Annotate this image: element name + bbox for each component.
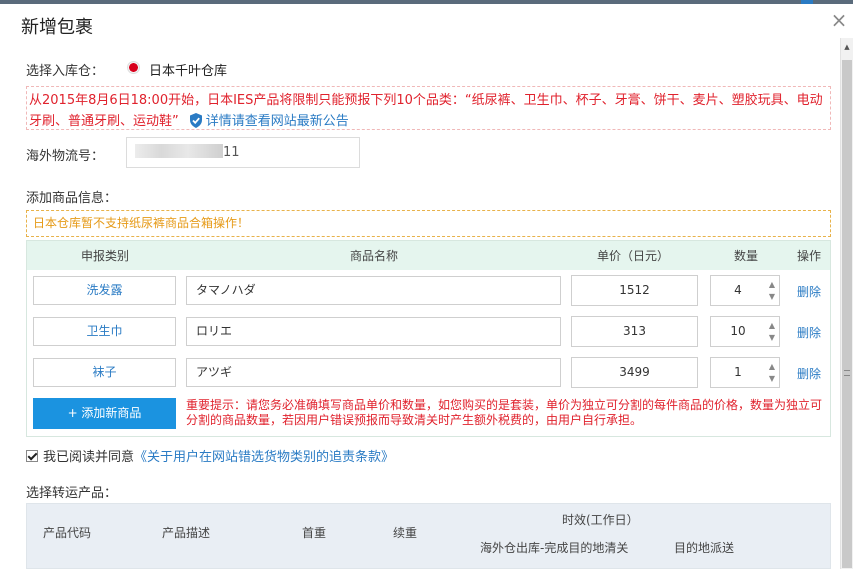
header-timing: 时效(工作日） <box>562 513 639 527</box>
quantity-value: 4 <box>734 283 742 297</box>
tracking-label: 海外物流号： <box>26 149 105 164</box>
header-action: 操作 <box>797 249 822 263</box>
dialog-title: 新增包裹 <box>21 17 93 38</box>
increment-arrow-icon[interactable]: ▲ <box>766 279 778 291</box>
close-icon[interactable]: × <box>830 10 848 30</box>
category-select[interactable]: 洗发露 <box>33 276 176 305</box>
notice-detail-link[interactable]: 详情请查看网站最新公告 <box>206 114 349 129</box>
header-first-weight: 首重 <box>302 526 327 540</box>
quantity-value: 10 <box>730 324 746 338</box>
goods-table-header: 申报类别 商品名称 单价（日元） 数量 操作 <box>27 241 830 270</box>
window-top-bar <box>0 0 853 4</box>
shield-check-icon <box>189 113 203 128</box>
quantity-stepper[interactable]: 4 ▲ ▼ <box>710 275 780 306</box>
header-extra-weight: 续重 <box>393 526 418 540</box>
header-qty: 数量 <box>734 249 759 263</box>
unit-price-input[interactable]: 1512 <box>571 275 698 306</box>
important-tip: 重要提示：请您务必准确填写商品单价和数量，如您购买的是套装，单价为独立可分割的每… <box>186 398 823 427</box>
decrement-arrow-icon[interactable]: ▼ <box>766 373 778 385</box>
header-price: 单价（日元） <box>597 249 670 263</box>
header-product-code: 产品代码 <box>43 526 92 540</box>
product-name-input[interactable]: タマノハダ <box>186 276 561 305</box>
agreement-checkbox[interactable] <box>26 450 38 462</box>
category-select[interactable]: 卫生巾 <box>33 317 176 346</box>
header-category: 申报类别 <box>81 249 130 263</box>
header-timing-clearance: 海外仓出库-完成目的地清关 <box>480 541 629 555</box>
delete-row-link[interactable]: 删除 <box>797 365 821 382</box>
unit-price-input[interactable]: 3499 <box>571 357 698 388</box>
scroll-grip-icon <box>844 370 850 376</box>
agreement-row: 我已阅读并同意《关于用户在网站错选货物类别的追责条款》 <box>26 446 394 465</box>
quantity-stepper[interactable]: 10 ▲ ▼ <box>710 316 780 347</box>
japan-flag-icon[interactable] <box>127 61 140 74</box>
shipping-table-header: 产品代码 产品描述 首重 续重 时效(工作日） 海外仓出库-完成目的地清关 目的… <box>26 503 831 569</box>
delete-row-link[interactable]: 删除 <box>797 283 821 300</box>
delete-row-link[interactable]: 删除 <box>797 324 821 341</box>
header-product-desc: 产品描述 <box>162 526 211 540</box>
vertical-scrollbar[interactable]: ▲ <box>840 38 853 569</box>
agreement-text: 我已阅读并同意 <box>43 450 135 465</box>
header-name: 商品名称 <box>350 249 399 263</box>
scroll-thumb[interactable] <box>842 60 852 568</box>
increment-arrow-icon[interactable]: ▲ <box>766 320 778 332</box>
top-bar-indicator <box>801 0 813 4</box>
shipping-section-label: 选择转运产品： <box>26 486 118 501</box>
warehouse-warning: 日本仓库暂不支持纸尿裤商品合箱操作！ <box>26 210 831 237</box>
category-select[interactable]: 袜子 <box>33 358 176 387</box>
quantity-stepper[interactable]: 1 ▲ ▼ <box>710 357 780 388</box>
add-product-button[interactable]: + 添加新商品 <box>33 398 176 429</box>
warehouse-name[interactable]: 日本千叶仓库 <box>149 60 227 79</box>
goods-section-label: 添加商品信息： <box>26 191 118 206</box>
warehouse-label: 选择入库仓： <box>26 64 105 79</box>
notice-text: 从2015年8月6日18:00开始，日本IES产品将限制只能预报下列10个品类：… <box>29 93 823 129</box>
tracking-number-input[interactable]: 11 <box>126 137 360 168</box>
decrement-arrow-icon[interactable]: ▼ <box>766 291 778 303</box>
quantity-value: 1 <box>734 365 742 379</box>
goods-table: 申报类别 商品名称 单价（日元） 数量 操作 洗发露 タマノハダ 1512 4 … <box>26 240 831 437</box>
agreement-terms-link[interactable]: 《关于用户在网站错选货物类别的追责条款》 <box>134 450 394 465</box>
decrement-arrow-icon[interactable]: ▼ <box>766 332 778 344</box>
redacted-tracking-blur <box>135 144 223 158</box>
header-timing-delivery: 目的地派送 <box>674 541 735 555</box>
tracking-number-suffix: 11 <box>223 145 240 160</box>
product-name-input[interactable]: ロリエ <box>186 317 561 346</box>
scroll-up-icon[interactable]: ▲ <box>841 42 853 52</box>
product-name-input[interactable]: アツギ <box>186 358 561 387</box>
restriction-notice: 从2015年8月6日18:00开始，日本IES产品将限制只能预报下列10个品类：… <box>26 86 831 130</box>
unit-price-input[interactable]: 313 <box>571 316 698 347</box>
increment-arrow-icon[interactable]: ▲ <box>766 361 778 373</box>
